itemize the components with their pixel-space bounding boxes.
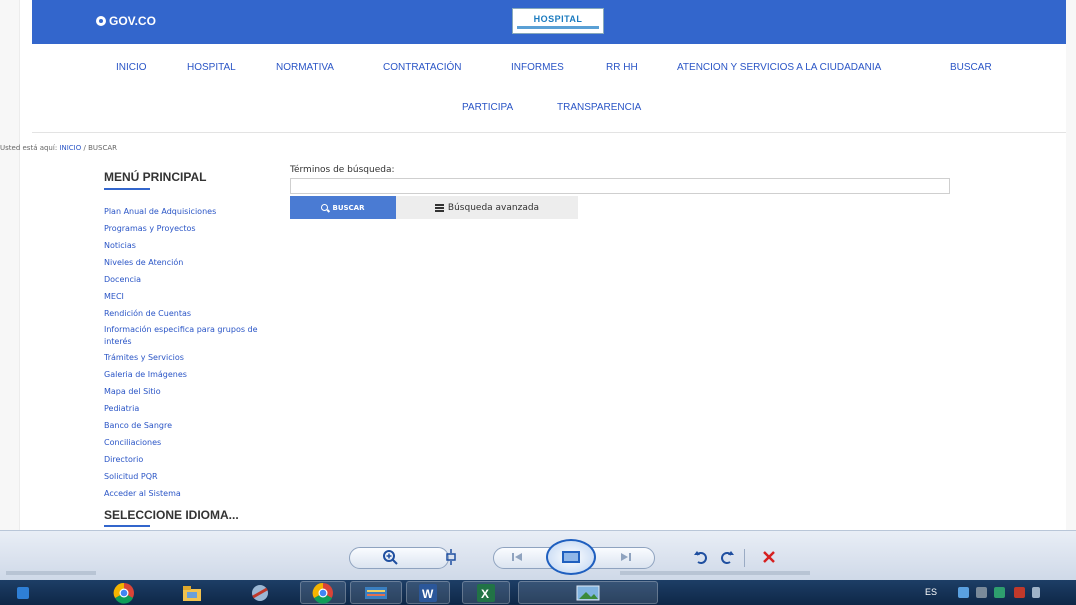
chrome-icon[interactable] bbox=[104, 581, 144, 604]
sidebar-item-informacion-grupos[interactable]: Información especifica para grupos de in… bbox=[104, 324, 284, 348]
nav-participa[interactable]: PARTICIPA bbox=[462, 102, 513, 113]
svg-text:W: W bbox=[422, 587, 434, 601]
svg-text:X: X bbox=[481, 587, 489, 601]
nav-divider bbox=[32, 132, 1066, 133]
language-indicator[interactable]: ES bbox=[925, 587, 937, 597]
breadcrumb: Usted está aquí: INICIO / BUSCAR bbox=[0, 144, 117, 152]
web-page: GOV.CO HOSPITAL INICIO HOSPITAL NORMATIV… bbox=[0, 0, 1076, 530]
advanced-search-button[interactable]: Búsqueda avanzada bbox=[396, 196, 578, 219]
sidebar-item-programas[interactable]: Programas y Proyectos bbox=[104, 223, 196, 235]
search-button-label: BUSCAR bbox=[332, 203, 365, 212]
left-margin bbox=[0, 0, 20, 530]
tray-app-icon-2[interactable] bbox=[976, 587, 987, 598]
gov-co-text: GOV.CO bbox=[109, 14, 156, 28]
search-button[interactable]: BUSCAR bbox=[290, 196, 396, 219]
delete-icon[interactable] bbox=[756, 545, 782, 569]
tray-app-icon[interactable] bbox=[958, 587, 969, 598]
search-label: Términos de búsqueda: bbox=[290, 165, 395, 175]
breadcrumb-separator: / bbox=[83, 144, 86, 152]
right-margin bbox=[1066, 0, 1076, 530]
sidebar-item-galeria[interactable]: Galeria de Imágenes bbox=[104, 369, 187, 381]
sidebar-title-underline bbox=[104, 188, 150, 190]
sidebar-item-pediatria[interactable]: Pediatria bbox=[104, 403, 139, 415]
search-icon bbox=[321, 204, 329, 211]
rotate-clockwise-icon[interactable] bbox=[714, 545, 740, 569]
sidebar-item-acceder[interactable]: Acceder al Sistema bbox=[104, 488, 181, 500]
nav-rrhh[interactable]: RR HH bbox=[606, 62, 638, 73]
sidebar-item-niveles[interactable]: Niveles de Atención bbox=[104, 257, 183, 269]
sidebar-item-conciliaciones[interactable]: Conciliaciones bbox=[104, 437, 161, 449]
breadcrumb-current: BUSCAR bbox=[88, 144, 117, 152]
nav-atencion[interactable]: ATENCION Y SERVICIOS A LA CIUDADANIA bbox=[677, 62, 881, 73]
slideshow-icon[interactable] bbox=[546, 539, 596, 575]
slideshow-screen bbox=[562, 551, 580, 563]
network-tool-icon[interactable] bbox=[240, 581, 280, 604]
sidebar-item-rendicion[interactable]: Rendición de Cuentas bbox=[104, 308, 191, 320]
sidebar-item-banco-sangre[interactable]: Banco de Sangre bbox=[104, 420, 172, 432]
toolbar-separator bbox=[744, 549, 745, 567]
photo-viewer-toolbar bbox=[0, 530, 1076, 580]
zoom-in-icon[interactable] bbox=[378, 545, 404, 569]
gov-bar: GOV.CO HOSPITAL bbox=[32, 0, 1066, 44]
chrome-window-icon[interactable] bbox=[300, 581, 346, 604]
sidebar-item-directorio[interactable]: Directorio bbox=[104, 454, 143, 466]
file-explorer-icon[interactable] bbox=[172, 581, 212, 604]
hospital-logo-subbar bbox=[517, 25, 599, 29]
sidebar-item-docencia[interactable]: Docencia bbox=[104, 274, 141, 286]
language-title-underline bbox=[104, 525, 150, 527]
tray-app-icon-3[interactable] bbox=[994, 587, 1005, 598]
list-icon bbox=[434, 203, 444, 212]
previous-icon[interactable] bbox=[505, 545, 531, 569]
sidebar-item-plan-anual[interactable]: Plan Anual de Adquisiciones bbox=[104, 206, 216, 218]
nav-hospital[interactable]: HOSPITAL bbox=[187, 62, 236, 73]
next-icon[interactable] bbox=[612, 545, 638, 569]
breadcrumb-prefix: Usted está aquí: bbox=[0, 144, 58, 152]
viewer-status-text-left bbox=[6, 571, 96, 575]
sidebar-item-noticias[interactable]: Noticias bbox=[104, 240, 136, 252]
windows-taskbar: W X ES bbox=[0, 580, 1076, 605]
sidebar-item-meci[interactable]: MECI bbox=[104, 291, 124, 303]
hospital-logo-text: HOSPITAL bbox=[533, 13, 583, 24]
sidebar-item-mapa[interactable]: Mapa del Sitio bbox=[104, 386, 161, 398]
nav-transparencia[interactable]: TRANSPARENCIA bbox=[557, 102, 641, 113]
tray-overflow-icon[interactable] bbox=[1032, 587, 1040, 598]
nav-buscar[interactable]: BUSCAR bbox=[950, 62, 992, 73]
photo-viewer-taskbar-icon[interactable] bbox=[518, 581, 658, 604]
breadcrumb-home-link[interactable]: INICIO bbox=[59, 144, 81, 152]
fit-window-icon[interactable] bbox=[438, 545, 464, 569]
sidebar-item-tramites[interactable]: Trámites y Servicios bbox=[104, 352, 184, 364]
advanced-search-label: Búsqueda avanzada bbox=[447, 202, 540, 213]
rotate-counterclockwise-icon[interactable] bbox=[688, 545, 714, 569]
viewer-status-text-right bbox=[620, 571, 810, 575]
sidebar-title: MENÚ PRINCIPAL bbox=[104, 170, 207, 184]
nav-contratacion[interactable]: CONTRATACIÓN bbox=[383, 62, 462, 73]
excel-icon[interactable]: X bbox=[462, 581, 510, 604]
sidebar-item-solicitud-pqr[interactable]: Solicitud PQR bbox=[104, 471, 158, 483]
nav-informes[interactable]: INFORMES bbox=[511, 62, 564, 73]
nav-normativa[interactable]: NORMATIVA bbox=[276, 62, 334, 73]
gov-shield-icon bbox=[96, 16, 106, 26]
acrobat-tray-icon[interactable] bbox=[1014, 587, 1025, 598]
media-app-icon[interactable] bbox=[350, 581, 402, 604]
nav-inicio[interactable]: INICIO bbox=[116, 62, 147, 73]
search-input[interactable] bbox=[290, 178, 950, 194]
word-icon[interactable]: W bbox=[406, 581, 450, 604]
main-nav-row-1: INICIO HOSPITAL NORMATIVA CONTRATACIÓN I… bbox=[0, 62, 1076, 76]
language-title: SELECCIONE IDIOMA... bbox=[104, 508, 239, 522]
hospital-logo[interactable]: HOSPITAL bbox=[512, 8, 604, 34]
main-nav-row-2: PARTICIPA TRANSPARENCIA bbox=[0, 102, 1076, 116]
gov-co-logo[interactable]: GOV.CO bbox=[96, 14, 156, 28]
start-button[interactable] bbox=[8, 581, 38, 604]
